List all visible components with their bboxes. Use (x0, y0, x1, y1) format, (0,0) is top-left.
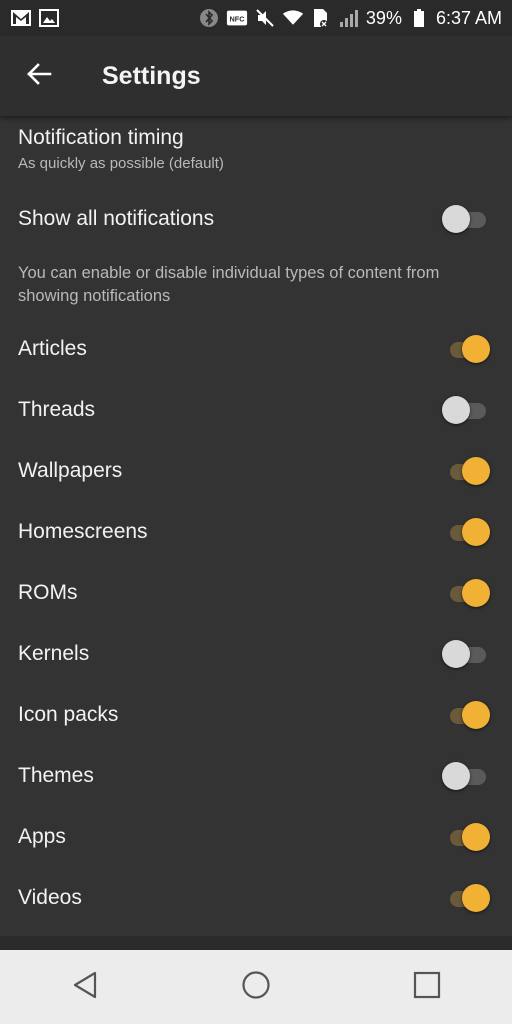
toggle-thumb (462, 701, 490, 729)
nav-home-button[interactable] (226, 957, 286, 1017)
nav-recents-button[interactable] (397, 957, 457, 1017)
battery-icon (408, 7, 430, 29)
toggle-thumb (462, 457, 490, 485)
setting-row-apps[interactable]: Apps (0, 809, 512, 865)
toggle-thumb (462, 335, 490, 363)
setting-row-roms[interactable]: ROMs (0, 565, 512, 621)
status-bar-left (10, 7, 60, 29)
signal-icon (338, 7, 360, 29)
articles-toggle[interactable] (442, 333, 490, 365)
notification-timing-value: As quickly as possible (default) (18, 155, 224, 172)
notification-timing-title: Notification timing (18, 126, 184, 149)
nav-back-button[interactable] (55, 957, 115, 1017)
setting-label: Kernels (18, 642, 90, 665)
nfc-icon: NFC (226, 7, 248, 29)
notification-types-hint: You can enable or disable individual typ… (18, 264, 440, 305)
videos-toggle[interactable] (442, 882, 490, 914)
setting-label: Videos (18, 886, 82, 909)
themes-toggle[interactable] (442, 760, 490, 792)
roms-toggle[interactable] (442, 577, 490, 609)
triangle-back-icon (71, 970, 99, 1005)
setting-label: ROMs (18, 581, 78, 604)
setting-row-threads[interactable]: Threads (0, 382, 512, 438)
icon-packs-toggle[interactable] (442, 699, 490, 731)
toggle-thumb (462, 884, 490, 912)
toggle-thumb (462, 823, 490, 851)
square-recents-icon (412, 970, 442, 1005)
settings-list: Notification timing As quickly as possib… (0, 116, 512, 936)
gmail-icon (10, 7, 32, 29)
bluetooth-icon (198, 7, 220, 29)
toggle-thumb (442, 205, 470, 233)
show-all-notifications-label: Show all notifications (18, 207, 215, 230)
sim-icon (310, 7, 332, 29)
setting-row-icon-packs[interactable]: Icon packs (0, 687, 512, 743)
notification-timing-item[interactable]: Notification timing As quickly as possib… (18, 126, 224, 172)
threads-toggle[interactable] (442, 394, 490, 426)
toggle-thumb (442, 640, 470, 668)
toggle-thumb (462, 518, 490, 546)
navigation-bar (0, 950, 512, 1024)
wallpapers-toggle[interactable] (442, 455, 490, 487)
battery-percent: 39% (365, 7, 402, 28)
homescreens-toggle[interactable] (442, 516, 490, 548)
setting-row-videos[interactable]: Videos (0, 870, 512, 926)
show-all-notifications-row[interactable]: Show all notifications (0, 191, 512, 247)
clock: 6:37 AM (435, 7, 502, 28)
toggle-thumb (462, 579, 490, 607)
setting-label: Wallpapers (18, 459, 123, 482)
setting-label: Icon packs (18, 703, 119, 726)
toggle-thumb (442, 396, 470, 424)
setting-label: Apps (18, 825, 66, 848)
setting-row-kernels[interactable]: Kernels (0, 626, 512, 682)
list-bottom-edge (0, 936, 512, 950)
setting-label: Threads (18, 398, 96, 421)
back-button[interactable] (10, 47, 68, 105)
wifi-icon (282, 7, 304, 29)
show-all-notifications-toggle[interactable] (442, 203, 490, 235)
setting-label: Homescreens (18, 520, 148, 543)
mute-icon (254, 7, 276, 29)
status-bar: NFC 39% 6:37 AM (0, 0, 512, 36)
svg-text:NFC: NFC (229, 15, 245, 24)
setting-row-homescreens[interactable]: Homescreens (0, 504, 512, 560)
circle-home-icon (241, 970, 271, 1005)
app-bar: Settings (0, 36, 512, 116)
setting-label: Themes (18, 764, 94, 787)
apps-toggle[interactable] (442, 821, 490, 853)
setting-label: Articles (18, 337, 87, 360)
setting-row-wallpapers[interactable]: Wallpapers (0, 443, 512, 499)
toggle-thumb (442, 762, 470, 790)
setting-row-articles[interactable]: Articles (0, 321, 512, 377)
kernels-toggle[interactable] (442, 638, 490, 670)
gallery-icon (38, 7, 60, 29)
arrow-left-icon (26, 62, 52, 91)
status-bar-right: NFC 39% 6:37 AM (198, 7, 502, 29)
page-title: Settings (102, 61, 201, 90)
setting-row-themes[interactable]: Themes (0, 748, 512, 804)
